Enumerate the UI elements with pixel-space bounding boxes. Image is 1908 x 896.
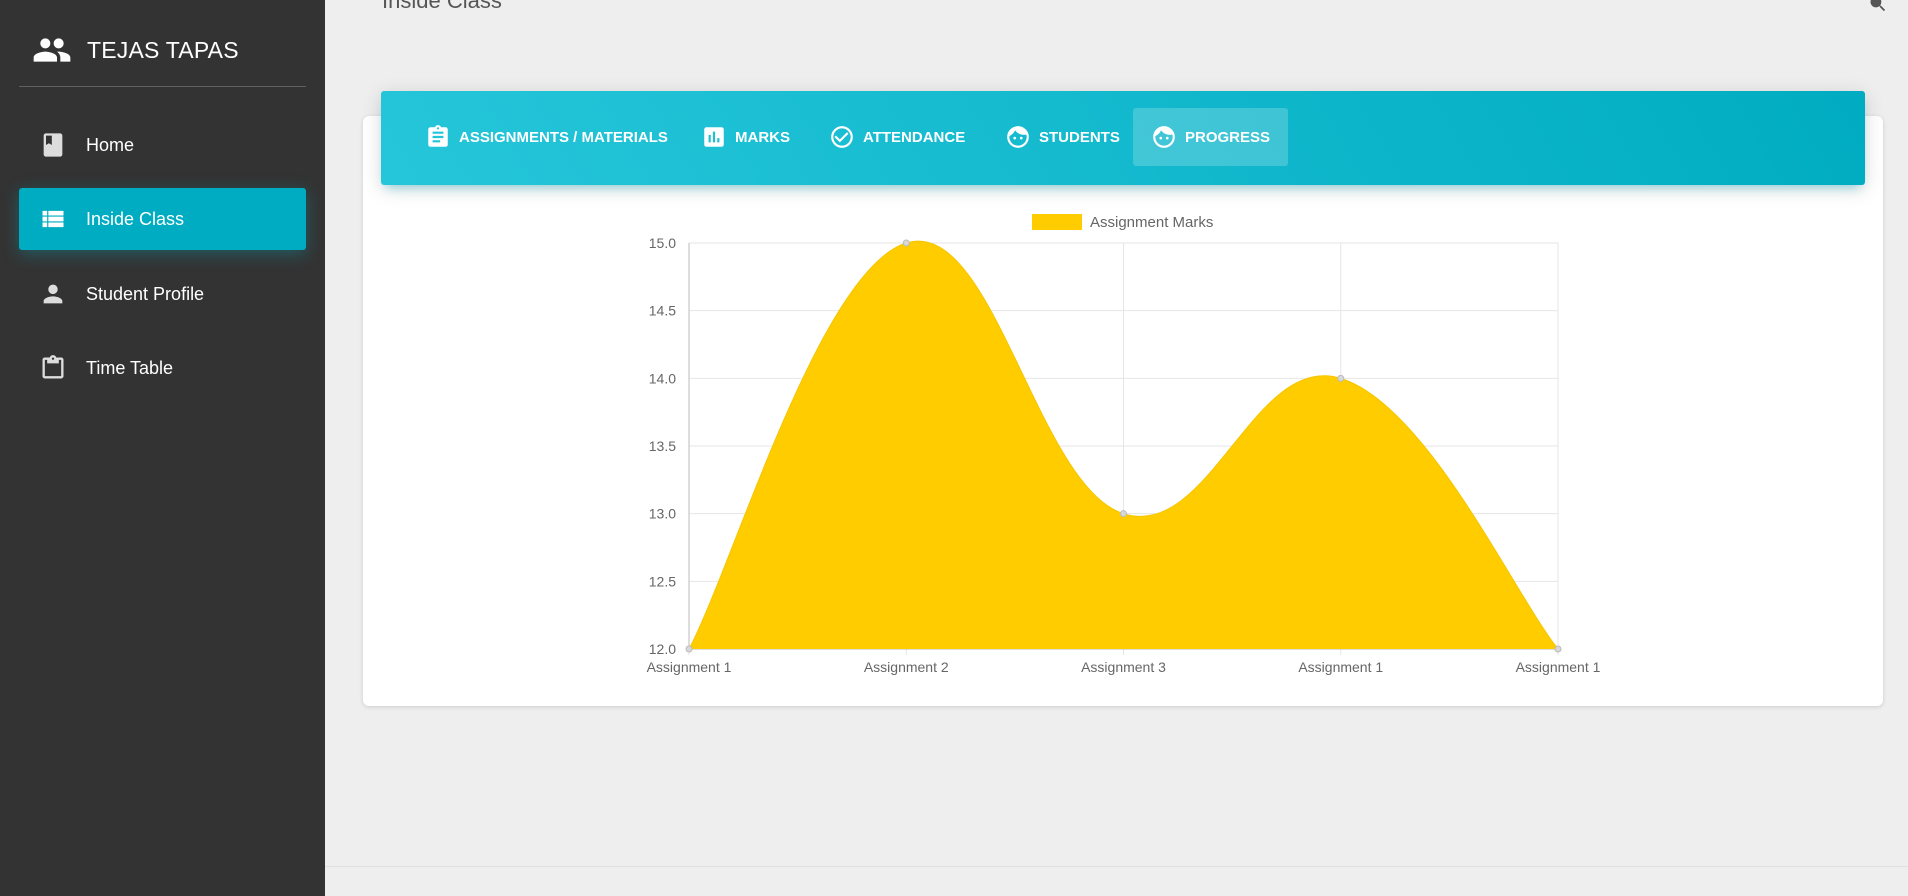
- x-tick-label: Assignment 1: [1298, 659, 1383, 675]
- face-icon: [1005, 124, 1031, 150]
- y-tick-label: 15.0: [649, 235, 676, 251]
- tab-progress[interactable]: PROGRESS: [1133, 108, 1289, 166]
- y-tick-label: 14.0: [649, 370, 676, 386]
- person-icon: [38, 279, 68, 309]
- sidebar-item-label: Student Profile: [86, 283, 205, 304]
- divider: [19, 86, 306, 87]
- footer-divider: [325, 866, 1908, 867]
- tab-students[interactable]: STUDENTS: [987, 108, 1138, 166]
- legend-swatch: [1032, 214, 1082, 230]
- sidebar-item-label: Home: [86, 134, 135, 155]
- sidebar-item-student-profile[interactable]: Student Profile: [19, 263, 306, 325]
- tab-label: MARKS: [735, 128, 790, 146]
- sidebar-item-home[interactable]: Home: [19, 114, 306, 176]
- y-tick-label: 13.0: [649, 506, 676, 522]
- sidebar-item-inside-class[interactable]: Inside Class: [19, 188, 306, 250]
- x-tick-label: Assignment 3: [1081, 659, 1166, 675]
- tab-label: PROGRESS: [1185, 128, 1271, 146]
- data-point: [1554, 645, 1562, 653]
- check-circle-icon: [829, 124, 855, 150]
- tab-attendance[interactable]: ATTENDANCE: [811, 108, 983, 166]
- y-tick-label: 12.0: [649, 641, 676, 657]
- y-tick-label: 13.5: [649, 438, 676, 454]
- tab-assignments-materials[interactable]: ASSIGNMENTS / MATERIALS: [407, 108, 686, 166]
- x-tick-label: Assignment 1: [647, 659, 732, 675]
- sidebar: TEJAS TAPAS Home Inside Class Student Pr…: [0, 0, 325, 896]
- progress-chart: 15.0 14.5 14.0 13.5 13.0 12.5 12.0 Assignment 1…: [620, 205, 1620, 685]
- assignment-icon: [425, 124, 451, 150]
- data-point: [1337, 374, 1345, 382]
- y-tick-label: 14.5: [649, 303, 676, 319]
- clipboard-icon: [38, 353, 68, 383]
- list-icon: [38, 204, 68, 234]
- x-tick-label: Assignment 1: [1516, 659, 1601, 675]
- bar-chart-icon: [701, 124, 727, 150]
- people-icon: [33, 38, 71, 62]
- chart-svg: 15.0 14.5 14.0 13.5 13.0 12.5 12.0 Assignment 1…: [647, 214, 1601, 675]
- data-point: [685, 645, 693, 653]
- data-point: [1120, 510, 1127, 518]
- x-tick-label: Assignment 2: [864, 659, 949, 675]
- brand[interactable]: TEJAS TAPAS: [32, 28, 239, 72]
- tab-label: ASSIGNMENTS / MATERIALS: [459, 128, 668, 146]
- tab-bar: ASSIGNMENTS / MATERIALS MARKS ATTENDANCE…: [381, 91, 1865, 185]
- sidebar-item-time-table[interactable]: Time Table: [19, 337, 306, 399]
- legend-label: Assignment Marks: [1090, 214, 1213, 231]
- sidebar-item-label: Inside Class: [86, 208, 185, 229]
- book-icon: [38, 130, 68, 160]
- y-tick-label: 12.5: [649, 573, 676, 589]
- data-point: [902, 239, 910, 247]
- search-icon[interactable]: [1868, 0, 1888, 14]
- face-icon: [1151, 124, 1177, 150]
- page-title: Inside Class: [382, 0, 502, 13]
- tab-label: ATTENDANCE: [863, 128, 966, 146]
- brand-name: TEJAS TAPAS: [87, 36, 239, 63]
- tab-label: STUDENTS: [1039, 128, 1120, 146]
- tab-marks[interactable]: MARKS: [683, 108, 808, 166]
- sidebar-item-label: Time Table: [86, 357, 174, 378]
